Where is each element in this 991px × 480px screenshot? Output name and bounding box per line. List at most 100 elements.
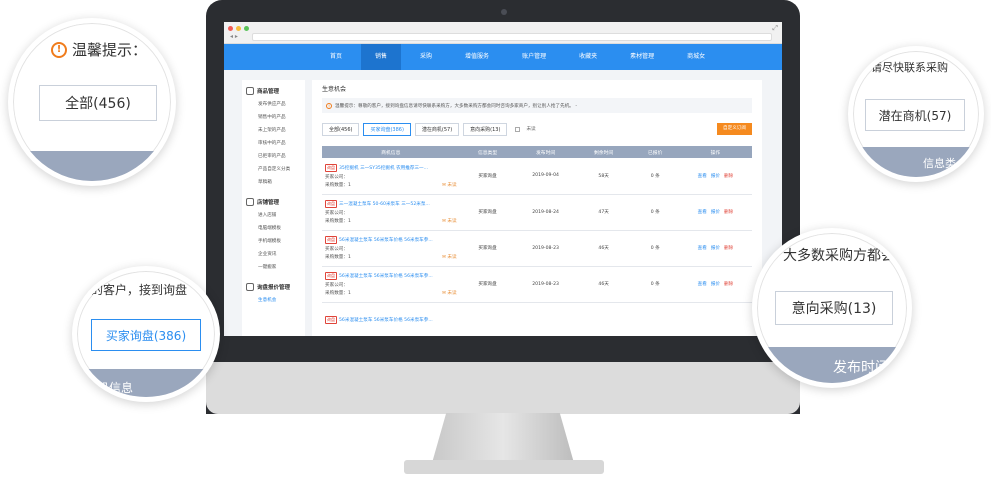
minimize-dot[interactable] [236, 26, 241, 31]
view-link[interactable]: 查看 [698, 246, 707, 251]
sidebar-item-publish[interactable]: 发布供应产品 [246, 98, 301, 111]
nav-purchase[interactable]: 采购 [406, 44, 446, 70]
monitor-base [404, 460, 604, 474]
row-type [459, 302, 516, 336]
delete-link[interactable]: 删除 [724, 210, 733, 215]
inquiry-icon [246, 283, 254, 291]
header-band: 机信息 [77, 369, 215, 397]
monitor-chin [206, 362, 800, 414]
row-title-link[interactable]: 56米混凝土泵车 56米泵车价格 56米泵车参... [339, 273, 433, 279]
row-title-link[interactable]: 35挖掘机 三一SY35挖掘机 农用推荐三一... [339, 165, 428, 171]
sidebar-item-drafts[interactable]: 草稿箱 [246, 176, 301, 189]
quote-link[interactable]: 报价 [711, 174, 720, 179]
row-remaining: 47天 [575, 194, 632, 231]
sidebar-item-news[interactable]: 企业资讯 [246, 248, 301, 261]
inquiry-tag: 询盘 [325, 272, 337, 280]
view-link[interactable]: 查看 [698, 282, 707, 287]
row-remaining: 58天 [575, 158, 632, 195]
nav-arrows-icon[interactable]: ◂ ▸ [230, 33, 238, 40]
unread-checkbox[interactable] [515, 126, 521, 132]
row-date: 2019-09-04 [515, 158, 576, 195]
row-company: 买家公司： [325, 211, 348, 216]
quote-link[interactable]: 报价 [711, 210, 720, 215]
row-title-link[interactable]: 56米混凝土泵车 56米泵车价格 56米泵车参... [339, 317, 433, 323]
close-dot[interactable] [228, 26, 233, 31]
row-date: 2019-08-23 [515, 266, 576, 303]
screen: ◂ ▸ ⤢ 首页 销售 采购 增值服务 账户管理 收藏夹 素材管理 商城女 商品… [224, 22, 782, 336]
nav-materials[interactable]: 素材管理 [616, 44, 668, 70]
row-type: 买家询盘 [459, 230, 516, 267]
resize-icon[interactable]: ⤢ [772, 24, 778, 33]
tab-intent-zoom[interactable]: 意向采购(13) [775, 291, 893, 325]
sidebar-item-move[interactable]: 一键搬家 [246, 261, 301, 274]
view-link[interactable]: 查看 [698, 210, 707, 215]
row-title-link[interactable]: 三一混凝土泵车 50-60米泵车 三一52米泵... [339, 201, 430, 207]
quote-link[interactable]: 报价 [711, 246, 720, 251]
address-bar[interactable] [252, 33, 772, 41]
view-link[interactable]: 查看 [698, 174, 707, 179]
tab-intent[interactable]: 意向采购(13) [463, 122, 508, 136]
tab-all[interactable]: 全部(456) [322, 122, 360, 136]
tab-potential[interactable]: 潜在商机(57) [414, 122, 460, 136]
header-band: 信息类 [853, 147, 979, 177]
row-info: 询盘 56米混凝土泵车 56米泵车价格 56米泵车参... 买家公司： 采购数量：1 ✉… [322, 230, 460, 267]
row-actions: 查看 报价 删除 [678, 194, 752, 231]
notice-bar: ! 温馨提示：尊敬的客户，接到询盘信息请尽快联系采购方，大多数采购方都会同时咨询… [322, 98, 752, 113]
delete-link[interactable]: 删除 [724, 246, 733, 251]
col-info: 商机信息 [322, 146, 460, 158]
row-date: 2019-08-24 [515, 194, 576, 231]
nav-account[interactable]: 账户管理 [508, 44, 560, 70]
unread-label: 未读 [526, 127, 536, 132]
row-type: 买家询盘 [459, 158, 516, 195]
magnifier-intent: 大多数采购方都会 意向采购(13) 发布时间 [752, 228, 912, 388]
row-quantity: 采购数量：1 [325, 219, 351, 224]
tab-buyer-inquiry-zoom[interactable]: 买家询盘(386) [91, 319, 201, 351]
row-unread-status: ✉ 未读 [442, 182, 457, 188]
table-row: 询盘 56米混凝土泵车 56米泵车价格 56米泵车参... [322, 302, 752, 336]
tab-potential-zoom[interactable]: 潜在商机(57) [865, 99, 965, 131]
nav-value-added[interactable]: 增值服务 [451, 44, 503, 70]
notice-fragment: 请尽快联系采购 [871, 61, 948, 74]
row-info: 询盘 56米混凝土泵车 56米泵车价格 56米泵车参... [322, 302, 460, 336]
delete-link[interactable]: 删除 [724, 282, 733, 287]
tab-buyer-inquiry[interactable]: 买家询盘(386) [363, 122, 411, 136]
sidebar-item-categories[interactable]: 产品自定义分类 [246, 163, 301, 176]
sidebar-item-on-sale[interactable]: 销售中的产品 [246, 111, 301, 124]
row-quoted: 0 条 [631, 194, 679, 231]
top-nav: 首页 销售 采购 增值服务 账户管理 收藏夹 素材管理 商城女 [224, 44, 782, 70]
col-type: 信息类型 [459, 146, 516, 158]
delete-link[interactable]: 删除 [724, 174, 733, 179]
sidebar-item-rejected[interactable]: 已拒审的产品 [246, 150, 301, 163]
nav-home[interactable]: 首页 [316, 44, 356, 70]
sidebar-item-unlisted[interactable]: 未上架的产品 [246, 124, 301, 137]
nav-mall[interactable]: 商城女 [673, 44, 719, 70]
row-date [515, 302, 576, 336]
row-quantity: 采购数量：1 [325, 255, 351, 260]
tab-all-zoom[interactable]: 全部(456) [39, 85, 157, 121]
sidebar-item-enter-store[interactable]: 进入店铺 [246, 209, 301, 222]
maximize-dot[interactable] [244, 26, 249, 31]
quote-link[interactable]: 报价 [711, 282, 720, 287]
row-info: 询盘 35挖掘机 三一SY35挖掘机 农用推荐三一... 买家公司： 采购数量：1 ✉ … [322, 158, 460, 195]
monitor-stand [432, 413, 574, 463]
sidebar-item-opportunities[interactable]: 生意机会 [246, 294, 301, 307]
notice-text: 温馨提示：尊敬的客户，接到询盘信息请尽快联系采购方，大多数采购方都会同时咨询多家… [335, 103, 577, 109]
row-company: 买家公司： [325, 247, 348, 252]
sidebar-item-reviewing[interactable]: 审核中的产品 [246, 137, 301, 150]
page-title: 生意机会 [322, 86, 347, 93]
nav-sales[interactable]: 销售 [361, 44, 402, 70]
nav-favorites[interactable]: 收藏夹 [565, 44, 611, 70]
row-type: 买家询盘 [459, 266, 516, 303]
sidebar-item-pc-template[interactable]: 电脑端模板 [246, 222, 301, 235]
notice-fragment: 的客户，接到询盘 [91, 283, 188, 297]
custom-subscribe-button[interactable]: 自定义订阅 [717, 123, 752, 135]
notice-fragment: 大多数采购方都会 [783, 248, 895, 264]
row-title-link[interactable]: 56米混凝土泵车 56米泵车价格 56米泵车参... [339, 237, 433, 243]
table-row: 询盘 56米混凝土泵车 56米泵车价格 56米泵车参... 买家公司： 采购数量：1 ✉… [322, 266, 752, 303]
row-quantity: 采购数量：1 [325, 291, 351, 296]
camera-icon [501, 9, 507, 15]
col-quoted: 已报价 [631, 146, 679, 158]
row-quoted: 0 条 [631, 158, 679, 195]
sidebar-item-mobile-template[interactable]: 手机端模板 [246, 235, 301, 248]
notice-fragment: 温馨提示： [72, 41, 148, 59]
